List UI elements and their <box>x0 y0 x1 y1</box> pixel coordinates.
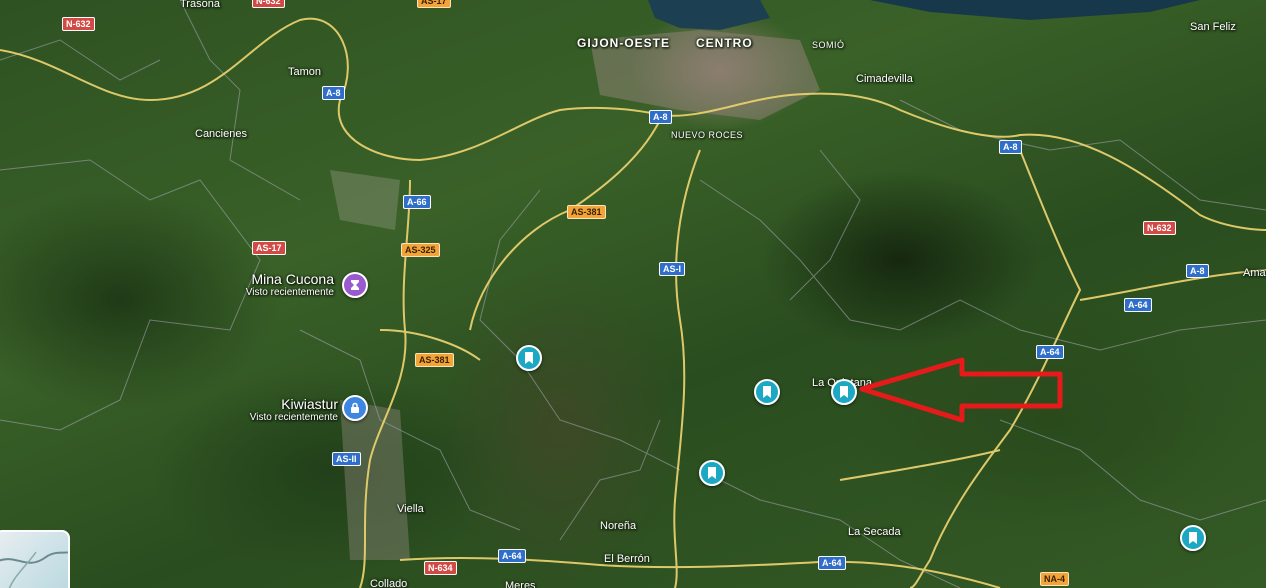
place-la-secada: La Secada <box>848 526 901 538</box>
place-nuevo-roces: NUEVO ROCES <box>671 130 744 140</box>
bookmark-icon <box>840 386 848 398</box>
bookmark-icon <box>763 386 771 398</box>
bookmark-icon <box>1189 532 1197 544</box>
place-gijon-oeste: GIJON-OESTE <box>577 36 671 50</box>
road-shield-a64: A-64 <box>1124 298 1152 312</box>
bookmark-icon <box>708 467 716 479</box>
saved-place-pin[interactable] <box>754 379 780 405</box>
satellite-map[interactable]: Trasona Tamon Cancienes GIJON-OESTE CENT… <box>0 0 1266 588</box>
road-shield-a66: A-66 <box>403 195 431 209</box>
place-viella: Viella <box>397 503 424 515</box>
place-el-berron: El Berrón <box>604 553 650 565</box>
place-san-feliz: San Feliz <box>1190 21 1236 33</box>
hourglass-icon[interactable] <box>342 272 368 298</box>
road-shield-n632: N-632 <box>62 17 95 31</box>
road-shield-as381: AS-381 <box>567 205 606 219</box>
poi-subtitle: Visto recientemente <box>249 412 338 423</box>
map-base-layer <box>0 0 1266 588</box>
place-meres: Meres <box>505 580 536 588</box>
place-cancienes: Cancienes <box>195 128 247 140</box>
road-shield-a8: A-8 <box>322 86 345 100</box>
map-thumbnail-icon <box>0 551 68 588</box>
road-shield-a8: A-8 <box>649 110 672 124</box>
road-shield-a64: A-64 <box>818 556 846 570</box>
poi-name: Kiwiastur <box>281 396 338 412</box>
road-shield-n634: N-634 <box>424 561 457 575</box>
road-shield-top-red: N-632 <box>252 0 285 8</box>
place-centro: CENTRO <box>696 36 753 50</box>
bookmark-icon <box>525 352 533 364</box>
place-trasona: Trasona <box>180 0 220 10</box>
place-collado: Collado <box>370 578 408 588</box>
road-shield-a8: A-8 <box>1186 264 1209 278</box>
place-somio: SOMIÓ <box>812 40 845 50</box>
saved-place-pin[interactable] <box>699 460 725 486</box>
place-norena: Noreña <box>600 520 637 532</box>
saved-place-pin[interactable] <box>516 345 542 371</box>
saved-place-pin-la-quintana[interactable] <box>831 379 857 405</box>
road-shield-as381: AS-381 <box>415 353 454 367</box>
road-shield-na4: NA-4 <box>1040 572 1070 586</box>
poi-subtitle: Visto recientemente <box>245 287 334 298</box>
road-shield-as-ii: AS-II <box>332 452 361 466</box>
road-shield-as-i: AS-I <box>659 262 685 276</box>
road-shield-a64: A-64 <box>1036 345 1064 359</box>
saved-place-pin[interactable] <box>1180 525 1206 551</box>
road-shield-top-orange: AS-17 <box>417 0 451 8</box>
layers-thumbnail[interactable] <box>0 530 70 588</box>
road-shield-as325: AS-325 <box>401 243 440 257</box>
road-shield-a8: A-8 <box>999 140 1022 154</box>
poi-name: Mina Cucona <box>251 271 335 287</box>
road-shield-as17: AS-17 <box>252 241 286 255</box>
road-shield-a64: A-64 <box>498 549 526 563</box>
place-cimadevilla: Cimadevilla <box>856 73 913 85</box>
road-shield-n632-right: N-632 <box>1143 221 1176 235</box>
lock-icon[interactable] <box>342 395 368 421</box>
place-tamon: Tamon <box>288 66 322 78</box>
place-ama: Ama <box>1243 267 1266 279</box>
